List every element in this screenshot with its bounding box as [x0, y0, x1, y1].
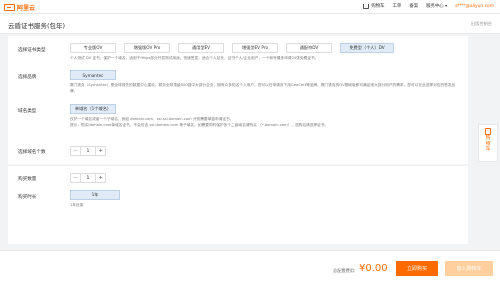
cert-type-option-ov[interactable]: 专业版OV — [70, 43, 116, 53]
old-console-link[interactable]: 旧版控制台 — [471, 21, 492, 27]
brand-description: 赛门铁克（Symantec）是全球领先的数据中心建设，服务全球顶级500强中大部… — [70, 83, 456, 93]
top-navbar: 阿里云 购物车 工单 备案 服务中心 ▾ sf***@aliyun.com — [0, 0, 500, 14]
page-titlebar: 云盾证书服务(包年) 旧版控制台 — [0, 14, 500, 34]
order-footer: 总配置费用: ¥0.00 立即购买 加入购物车 — [0, 250, 500, 284]
domain-type-label: 域名类型 — [18, 109, 37, 114]
add-to-cart-button[interactable]: 加入购物车 — [445, 261, 493, 276]
domain-type-hint: 提示：购买domain.com单域名证书，不会包含 ssl.domain.com… — [70, 123, 329, 127]
cert-type-option-ev[interactable]: 通用型EV — [178, 43, 224, 53]
section-divider — [8, 164, 468, 166]
domain-count-label: 选择域名个数 — [18, 150, 46, 155]
total-cost-label: 总配置费用: — [333, 268, 356, 273]
domain-count-increment-button[interactable]: + — [95, 147, 105, 155]
cert-type-option-wildcard-dv[interactable]: 通配符DV — [286, 43, 332, 53]
total-cost-value: ¥0.00 — [359, 263, 388, 274]
cert-type-option-free-dv[interactable]: 免费型（个人）DV — [340, 43, 394, 53]
nav-cart-link[interactable]: 购物车 — [363, 3, 385, 9]
cert-type-description: 个人测试 DV 证书，保护一个域名，适用于Https部分开发测试用途。快速签发，… — [70, 56, 319, 60]
floating-cart-button[interactable]: 购物车 — [478, 124, 498, 162]
quantity-value[interactable]: 1 — [81, 174, 95, 182]
domain-count-stepper: − 1 + — [70, 146, 106, 156]
duration-option-1-year[interactable]: 1年 — [70, 190, 120, 200]
brand-label: 选择品牌 — [18, 75, 37, 80]
buy-now-button[interactable]: 立即购买 — [396, 261, 438, 276]
page-title: 云盾证书服务(包年) — [8, 22, 66, 30]
quantity-stepper: − 1 + — [70, 173, 106, 183]
top-nav-links: 购物车 工单 备案 服务中心 ▾ sf***@aliyun.com — [363, 3, 494, 9]
cart-icon — [363, 3, 370, 9]
chevron-down-icon: ▾ — [445, 3, 448, 8]
shopping-cart-icon — [485, 128, 491, 135]
aliyun-logo[interactable]: 阿里云 — [4, 3, 35, 12]
cert-type-option-ev-pro[interactable]: 增强型EV Pro — [232, 43, 278, 53]
nav-ticket-link[interactable]: 工单 — [393, 3, 402, 9]
config-panel: 选择证书类型 专业版OV 增强版OV Pro 通用型EV 增强型EV Pro 通… — [8, 36, 468, 244]
nav-filing-link[interactable]: 备案 — [409, 3, 418, 9]
quantity-increment-button[interactable]: + — [95, 174, 105, 182]
quantity-decrement-button[interactable]: − — [71, 174, 81, 182]
domain-count-decrement-button[interactable]: − — [71, 147, 81, 155]
cert-type-label: 选择证书类型 — [18, 48, 46, 53]
nav-support-label: 服务中心 — [426, 4, 444, 9]
domain-type-description: 仅护一个域名或者一个子域名，例如 domain.com、ssl.ssl.doma… — [70, 117, 234, 121]
nav-cart-label: 购物车 — [371, 4, 385, 9]
brand-option-symantec[interactable]: Symantec — [70, 70, 116, 80]
cert-type-option-ov-pro[interactable]: 增强版OV Pro — [124, 43, 170, 53]
nav-support-menu[interactable]: 服务中心 ▾ — [426, 3, 447, 9]
domain-count-value[interactable]: 1 — [81, 147, 95, 155]
duration-label: 购买时长 — [18, 195, 37, 200]
duration-note: 1年优惠 — [70, 203, 84, 207]
user-account-link[interactable]: sf***@aliyun.com — [455, 4, 494, 9]
aliyun-logo-icon — [4, 4, 15, 11]
floating-cart-label: 购物车 — [485, 136, 491, 152]
quantity-label: 购买数量 — [18, 177, 37, 182]
logo-text: 阿里云 — [17, 5, 36, 12]
domain-type-option-single[interactable]: 单域名（1个域名） — [70, 104, 116, 114]
